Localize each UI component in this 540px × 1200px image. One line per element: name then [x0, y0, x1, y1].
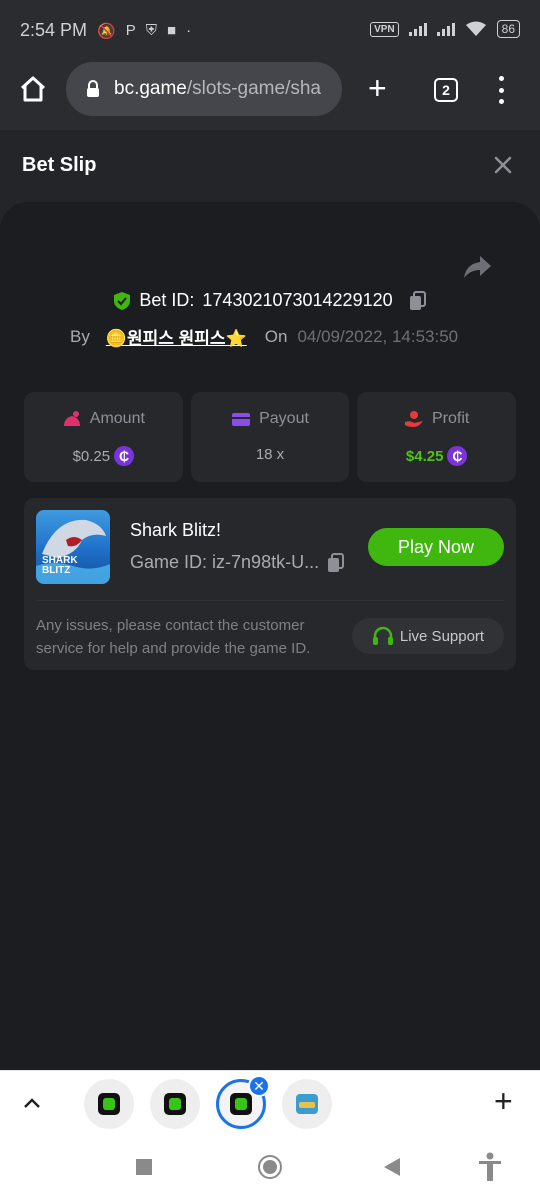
- bc-game-icon: [98, 1093, 120, 1115]
- shield-check-icon: [114, 291, 131, 310]
- hand-coin-icon: [405, 411, 423, 427]
- tab-switcher-bar: ✕ +: [0, 1070, 540, 1136]
- bag-icon: [63, 411, 80, 426]
- live-support-label: Live Support: [399, 627, 485, 645]
- game-thumbnail[interactable]: SHARK BLITZ: [36, 510, 110, 584]
- coin-icon: ₵: [114, 446, 135, 466]
- wifi-icon: [465, 21, 486, 36]
- share-icon[interactable]: [462, 254, 492, 280]
- new-tab-icon[interactable]: +: [368, 72, 387, 104]
- live-support-button[interactable]: Live Support: [352, 618, 504, 654]
- chevron-up-icon[interactable]: [22, 1093, 42, 1113]
- bet-id-value: 1743021073014229120: [202, 290, 393, 310]
- amount-label: Amount: [89, 410, 145, 427]
- game-tab-icon: [296, 1094, 318, 1114]
- accessibility-icon[interactable]: [478, 1152, 502, 1182]
- game-id-label: Game ID:: [130, 552, 208, 572]
- card-icon: [232, 413, 251, 426]
- url-bar[interactable]: bc.game/slots-game/sha: [66, 62, 342, 116]
- mute-icon: 🔕: [97, 22, 116, 40]
- amount-value: $0.25: [72, 447, 111, 465]
- home-nav-icon[interactable]: [258, 1155, 282, 1179]
- payout-value: 18 x: [255, 446, 285, 463]
- tab-thumbnail-2[interactable]: [150, 1079, 200, 1129]
- tab-count-button[interactable]: 2: [434, 78, 458, 102]
- payout-stat: Payout 18 x: [190, 392, 350, 482]
- profit-label: Profit: [432, 410, 470, 427]
- play-now-button[interactable]: Play Now: [368, 528, 504, 566]
- close-tab-icon[interactable]: ✕: [248, 1075, 270, 1097]
- bet-id-row: Bet ID: 1743021073014229120: [0, 290, 540, 311]
- amount-stat: Amount $0.25 ₵: [24, 392, 183, 482]
- shield-notification-icon: ⛨: [145, 22, 158, 39]
- status-time: 2:54 PM: [20, 20, 88, 40]
- close-icon[interactable]: [492, 154, 514, 176]
- game-id-row: Game ID: iz-7n98tk-U...: [130, 552, 345, 573]
- game-card: SHARK BLITZ Shark Blitz! Game ID: iz-7n98…: [24, 498, 516, 670]
- browser-toolbar: bc.game/slots-game/sha + 2: [0, 62, 540, 130]
- game-thumbnail-title: SHARK BLITZ: [42, 555, 78, 576]
- url-path: /slots-game/sha: [186, 78, 321, 99]
- bc-game-icon: [164, 1093, 186, 1115]
- bet-stats: Amount $0.25 ₵ Payout 18 x Profit $4.25 …: [24, 392, 517, 482]
- copy-icon[interactable]: [327, 552, 345, 573]
- home-icon[interactable]: [18, 74, 48, 104]
- copy-icon[interactable]: [409, 290, 427, 311]
- add-tab-icon[interactable]: +: [494, 1085, 513, 1117]
- bc-game-icon: [230, 1093, 252, 1115]
- payout-label: Payout: [259, 410, 309, 427]
- recents-icon[interactable]: [136, 1159, 152, 1175]
- coin-icon: ₵: [447, 446, 468, 466]
- bet-meta-row: By 🪙원피스 원피스⭐ On 04/09/2022, 14:53:50: [70, 324, 458, 349]
- help-text: Any issues, please contact the customer …: [36, 617, 311, 657]
- battery-icon: 86: [496, 20, 520, 38]
- lock-icon: [87, 80, 99, 97]
- bet-detail-sheet: Bet ID: 1743021073014229120 By 🪙원피스 원피스⭐…: [0, 202, 540, 1070]
- signal-icon: [408, 22, 427, 36]
- status-right: VPN 86: [370, 20, 520, 38]
- status-bar: 2:54 PM 🔕 P ⛨ ■ · VPN 86: [0, 0, 540, 62]
- tab-thumbnail-3[interactable]: [282, 1079, 332, 1129]
- divider: [36, 600, 504, 601]
- bet-date: 04/09/2022, 14:53:50: [297, 326, 459, 346]
- game-id-value: iz-7n98tk-U...: [212, 552, 320, 572]
- status-left: 2:54 PM 🔕 P ⛨ ■ ·: [20, 20, 191, 41]
- bet-slip-page: Bet Slip Bet ID: 1743021073014229120 By …: [0, 130, 540, 1070]
- more-notifications-icon: ·: [186, 22, 192, 39]
- url-host: bc.game: [114, 78, 187, 99]
- user-link[interactable]: 🪙원피스 원피스⭐: [106, 324, 247, 349]
- signal-2-icon: [436, 22, 455, 36]
- page-title: Bet Slip: [22, 154, 97, 176]
- game-name: Shark Blitz!: [130, 520, 222, 540]
- on-label: On: [264, 326, 288, 346]
- more-menu-icon[interactable]: [492, 76, 510, 104]
- tab-thumbnail-1[interactable]: [84, 1079, 134, 1129]
- by-label: By: [70, 326, 90, 346]
- app-notification-icon: P: [125, 22, 136, 39]
- headset-icon: [372, 626, 393, 645]
- vpn-icon: VPN: [370, 21, 399, 37]
- system-nav-bar: [0, 1136, 540, 1200]
- profit-value: $4.25: [405, 447, 444, 465]
- bet-id-label: Bet ID:: [139, 290, 195, 310]
- profit-stat: Profit $4.25 ₵: [357, 392, 517, 482]
- back-icon[interactable]: [384, 1158, 400, 1176]
- folder-icon: ■: [167, 22, 177, 39]
